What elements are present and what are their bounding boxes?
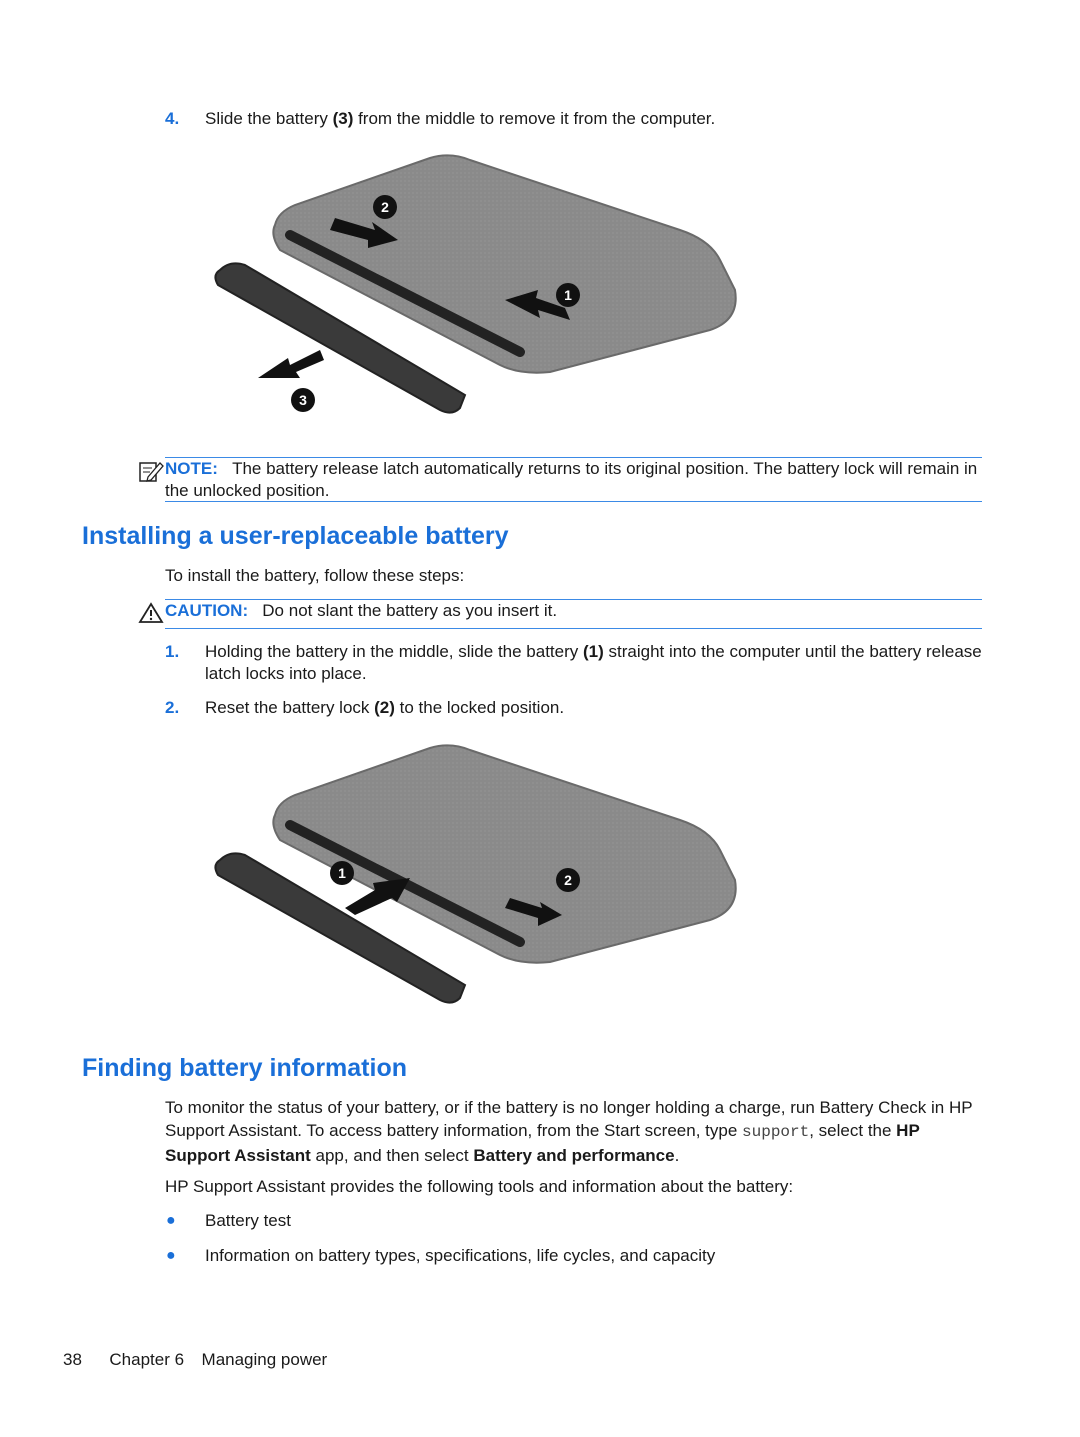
- warning-triangle-icon: [138, 602, 164, 623]
- callout-1: 1: [330, 861, 354, 885]
- svg-text:1: 1: [564, 287, 572, 303]
- step-number: 4.: [165, 109, 180, 128]
- step-number: 1.: [165, 642, 180, 661]
- bullet-icon: ●: [166, 1247, 176, 1264]
- step-4-text: Slide the battery (3) from the middle to…: [205, 109, 716, 128]
- svg-text:2: 2: [564, 872, 572, 888]
- callout-1: 1: [556, 283, 580, 307]
- chapter-title: Managing power: [201, 1350, 328, 1369]
- arrow-3: [258, 350, 324, 378]
- bullet-item: Battery test: [205, 1211, 291, 1230]
- install-intro: To install the battery, follow these ste…: [165, 566, 465, 585]
- bullet-icon: ●: [166, 1212, 176, 1229]
- battery-installation-illustration: 1 2: [214, 744, 737, 1004]
- page-footer: 38 Chapter 6 Managing power: [63, 1350, 327, 1370]
- install-step-1-text: Holding the battery in the middle, slide…: [205, 642, 982, 683]
- bullet-item: Information on battery types, specificat…: [205, 1246, 716, 1265]
- callout-2: 2: [373, 195, 397, 219]
- page-number: 38: [63, 1350, 82, 1369]
- svg-text:3: 3: [299, 392, 307, 408]
- callout-3: 3: [291, 388, 315, 412]
- svg-text:2: 2: [381, 199, 389, 215]
- finding-paragraph-1: To monitor the status of your battery, o…: [165, 1098, 973, 1165]
- svg-text:1: 1: [338, 865, 346, 881]
- install-step-2-text: Reset the battery lock (2) to the locked…: [205, 698, 565, 717]
- note-rule-bottom: [165, 501, 982, 502]
- note-text: NOTE: The battery release latch automati…: [165, 459, 978, 500]
- step-number: 2.: [165, 698, 180, 717]
- callout-2: 2: [556, 868, 580, 892]
- caution-text: CAUTION: Do not slant the battery as you…: [165, 601, 558, 620]
- section-heading-installing: Installing a user-replaceable battery: [82, 522, 509, 550]
- battery-removal-illustration: 2 1 3: [214, 154, 737, 414]
- chapter-label: Chapter 6: [109, 1350, 185, 1369]
- section-heading-finding: Finding battery information: [82, 1054, 407, 1082]
- note-pencil-icon: [139, 462, 164, 482]
- finding-paragraph-2: HP Support Assistant provides the follow…: [165, 1177, 794, 1196]
- caution-rule-bottom: [165, 628, 982, 629]
